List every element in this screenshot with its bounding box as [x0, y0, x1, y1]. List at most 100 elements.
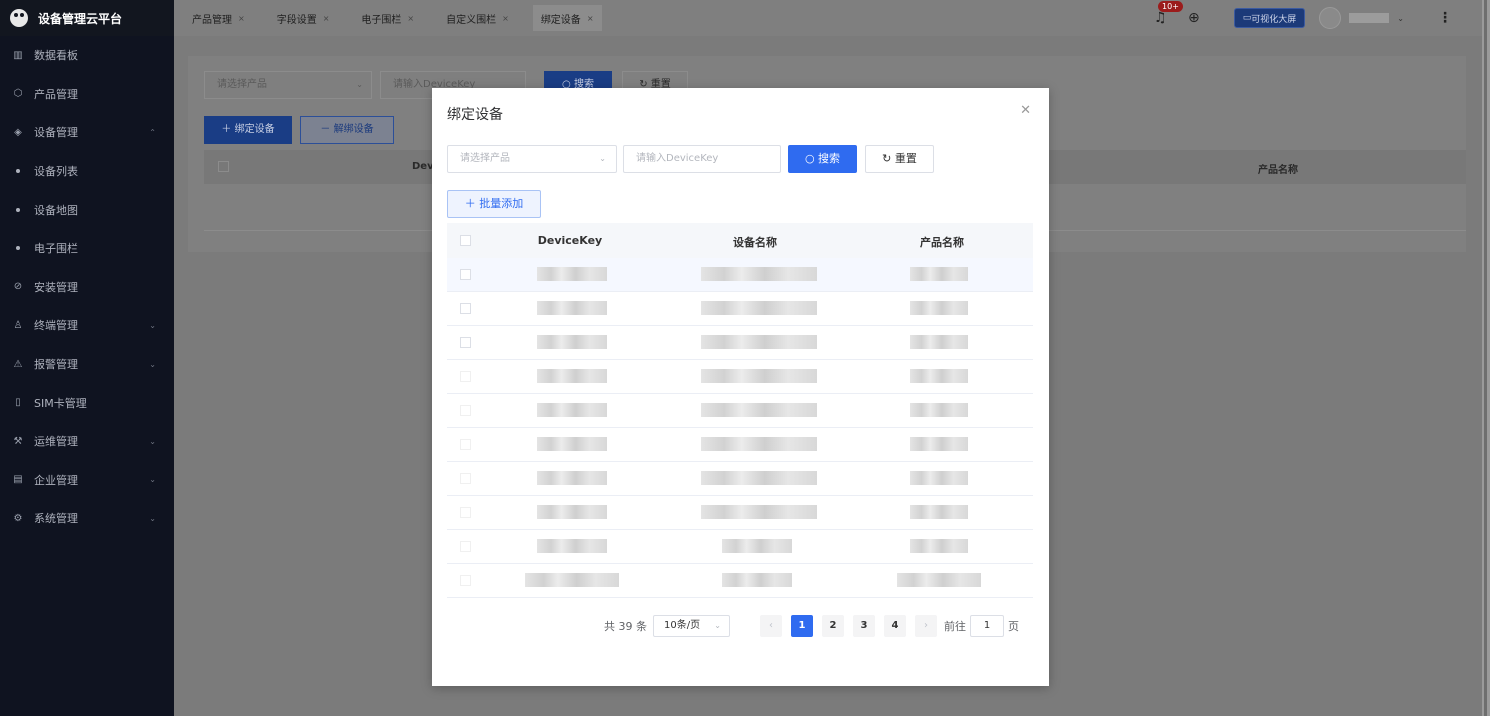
user-menu[interactable]: ⌄ — [1319, 7, 1404, 29]
page-size-value: 10条/页 — [664, 620, 701, 631]
devicekey-cell-redacted — [537, 539, 607, 553]
page-size-select[interactable]: 10条/页 ⌄ — [653, 615, 730, 637]
refresh-icon: ↻ — [882, 152, 892, 165]
prev-page-button[interactable]: ‹ — [760, 615, 782, 637]
tab-close-icon[interactable]: × — [238, 14, 245, 23]
sidebar-item-label: 产品管理 — [34, 87, 78, 101]
select-all-checkbox[interactable] — [218, 161, 229, 172]
sidebar-item-label: 企业管理 — [34, 473, 78, 487]
tab-close-icon[interactable]: × — [587, 14, 594, 23]
device-table-body — [447, 258, 1033, 598]
sidebar-item-1[interactable]: ⬡ 产品管理 — [0, 75, 174, 114]
table-row[interactable] — [447, 326, 1033, 360]
table-row[interactable] — [447, 496, 1033, 530]
row-checkbox[interactable] — [460, 507, 471, 518]
dialog-reset-label: 重置 — [894, 152, 917, 165]
dialog-devicekey-input[interactable]: 请输入DeviceKey — [623, 145, 781, 173]
table-row[interactable] — [447, 428, 1033, 462]
row-checkbox[interactable] — [460, 541, 471, 552]
batch-add-label: 批量添加 — [479, 197, 524, 210]
table-row[interactable] — [447, 564, 1033, 598]
tab-1[interactable]: 字段设置 × — [269, 5, 338, 31]
page-1-button[interactable]: 1 — [791, 615, 813, 637]
tab-close-icon[interactable]: × — [502, 14, 509, 23]
sidebar-item-2[interactable]: ◈ 设备管理 ⌃ — [0, 113, 174, 152]
select-all-checkbox[interactable] — [460, 235, 471, 246]
row-checkbox[interactable] — [460, 371, 471, 382]
bullet-icon — [16, 169, 20, 174]
tab-2[interactable]: 电子围栏 × — [353, 5, 422, 31]
column-header-devicekey: DeviceKey — [537, 234, 603, 247]
close-icon[interactable]: ✕ — [1020, 103, 1031, 118]
sidebar-item-9[interactable]: ▯ SIM卡管理 — [0, 383, 174, 422]
tab-close-icon[interactable]: × — [407, 14, 414, 23]
unbind-device-label: 解绑设备 — [333, 124, 374, 135]
row-checkbox[interactable] — [460, 303, 471, 314]
avatar — [1319, 7, 1342, 29]
tab-3[interactable]: 自定义围栏 × — [438, 5, 517, 31]
sidebar-item-0[interactable]: ▥ 数据看板 — [0, 36, 174, 75]
table-row[interactable] — [447, 258, 1033, 292]
unbind-device-button[interactable]: － 解绑设备 — [300, 116, 394, 144]
visual-screen-button[interactable]: ▭ 可视化大屏 — [1233, 8, 1306, 28]
more-menu-icon[interactable]: ⋮ — [1438, 10, 1452, 26]
sidebar-item-label: 设备地图 — [34, 203, 78, 217]
device-name-cell-redacted — [701, 267, 817, 281]
tab-close-icon[interactable]: × — [323, 14, 330, 23]
device-name-cell-redacted — [701, 369, 817, 383]
tab-0[interactable]: 产品管理 × — [184, 5, 253, 31]
alarm-icon: ⚠ — [13, 358, 23, 370]
row-checkbox[interactable] — [460, 337, 471, 348]
page-suffix: 页 — [1008, 620, 1019, 633]
goto-page-input[interactable]: 1 — [970, 615, 1004, 637]
globe-icon[interactable]: ⊕ — [1188, 10, 1200, 26]
notification-bell-icon[interactable]: ♫ 10+ — [1154, 1, 1183, 26]
goto-label: 前往 — [944, 620, 966, 633]
visual-screen-label: 可视化大屏 — [1251, 14, 1297, 25]
app-logo[interactable]: 设备管理云平台 — [0, 0, 174, 36]
sidebar-item-6[interactable]: ⊘ 安装管理 — [0, 268, 174, 307]
dialog-search-button[interactable]: ○ 搜索 — [788, 145, 857, 173]
devicekey-cell-redacted — [537, 403, 607, 417]
product-name-cell-redacted — [910, 267, 968, 281]
row-checkbox[interactable] — [460, 439, 471, 450]
batch-add-button[interactable]: ＋ 批量添加 — [447, 190, 541, 218]
sidebar-item-5[interactable]: 电子围栏 — [0, 229, 174, 268]
page-2-button[interactable]: 2 — [822, 615, 844, 637]
page-3-button[interactable]: 3 — [853, 615, 875, 637]
table-row[interactable] — [447, 360, 1033, 394]
device-name-cell-redacted — [701, 471, 817, 485]
table-row[interactable] — [447, 530, 1033, 564]
sim-card-icon: ▯ — [15, 397, 21, 409]
device-name-cell-redacted — [722, 539, 792, 553]
page-scrollbar[interactable] — [1482, 0, 1490, 716]
product-select[interactable]: 请选择产品 ⌄ — [204, 71, 372, 99]
product-name-cell-redacted — [910, 301, 968, 315]
page-4-button[interactable]: 4 — [884, 615, 906, 637]
sidebar-item-11[interactable]: ▤ 企业管理 ⌄ — [0, 461, 174, 500]
row-checkbox[interactable] — [460, 405, 471, 416]
bind-device-button[interactable]: ＋ 绑定设备 — [204, 116, 292, 144]
column-header-device-name: 设备名称 — [733, 236, 777, 249]
row-checkbox[interactable] — [460, 473, 471, 484]
sidebar-item-4[interactable]: 设备地图 — [0, 190, 174, 229]
tab-label: 自定义围栏 — [446, 14, 497, 26]
tab-4[interactable]: 绑定设备 × — [532, 5, 602, 31]
cube-icon: ⬡ — [13, 88, 23, 100]
row-checkbox[interactable] — [460, 269, 471, 280]
dialog-product-select[interactable]: 请选择产品 ⌄ — [447, 145, 617, 173]
sidebar-item-7[interactable]: ♙ 终端管理 ⌄ — [0, 306, 174, 345]
row-checkbox[interactable] — [460, 575, 471, 586]
sidebar-item-3[interactable]: 设备列表 — [0, 152, 174, 191]
chevron-icon: ⌄ — [149, 475, 156, 485]
dialog-reset-button[interactable]: ↻ 重置 — [865, 145, 934, 173]
table-row[interactable] — [447, 292, 1033, 326]
tab-label: 电子围栏 — [361, 14, 402, 26]
bullet-icon — [16, 246, 20, 251]
table-row[interactable] — [447, 462, 1033, 496]
sidebar-item-10[interactable]: ⚒ 运维管理 ⌄ — [0, 422, 174, 461]
next-page-button[interactable]: › — [915, 615, 937, 637]
sidebar-item-8[interactable]: ⚠ 报警管理 ⌄ — [0, 345, 174, 384]
sidebar-item-12[interactable]: ⚙ 系统管理 ⌄ — [0, 499, 174, 538]
table-row[interactable] — [447, 394, 1033, 428]
